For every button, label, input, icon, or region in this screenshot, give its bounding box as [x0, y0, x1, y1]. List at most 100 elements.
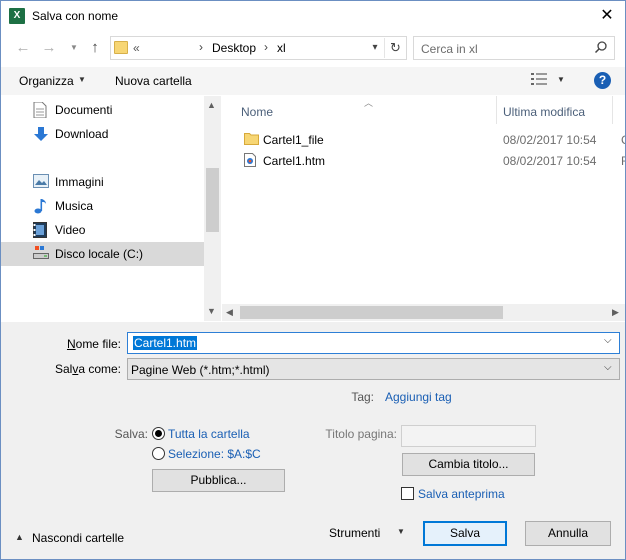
file-modified: 08/02/2017 10:54	[503, 133, 597, 147]
music-icon	[33, 198, 49, 214]
forward-button[interactable]: →	[40, 39, 58, 57]
sidebar-item-label: Disco locale (C:)	[55, 247, 144, 261]
radio-selection[interactable]	[152, 447, 165, 460]
address-dropdown-button[interactable]: ▾	[367, 39, 383, 57]
sidebar-item-video[interactable]: Video	[1, 218, 204, 242]
file-row[interactable]: Cartel1.htm 08/02/2017 10:54 F	[240, 150, 625, 171]
column-header-modified[interactable]: Ultima modifica	[503, 105, 585, 119]
breadcrumb-desktop[interactable]: Desktop	[212, 41, 256, 55]
video-icon	[33, 222, 49, 238]
column-divider[interactable]	[612, 96, 613, 124]
radio-entire-workbook[interactable]	[152, 427, 165, 440]
pictures-icon	[33, 174, 49, 190]
scroll-thumb[interactable]	[240, 306, 503, 319]
file-name: Cartel1.htm	[263, 154, 326, 168]
save-button[interactable]: Salva	[423, 521, 507, 546]
download-icon	[33, 126, 49, 142]
close-icon: ✕	[600, 7, 614, 24]
organize-button[interactable]: Organizza	[19, 74, 74, 88]
save-scope-label: Salva:	[114, 427, 148, 441]
save-options-panel: Nome file: Cartel1.htm ⌵ Salva come: Pag…	[1, 322, 625, 559]
horizontal-scrollbar[interactable]: ◀ ▶	[222, 304, 625, 321]
search-icon[interactable]	[594, 40, 610, 56]
sidebar-item-documenti[interactable]: Documenti	[1, 98, 204, 122]
sidebar-item-immagini[interactable]: Immagini	[1, 170, 204, 194]
scroll-thumb[interactable]	[206, 168, 219, 232]
file-list: ︿ Nome Ultima modifica Cartel1_file 08/0…	[222, 96, 625, 321]
sidebar-item-label: Download	[55, 127, 109, 141]
web-file-icon	[244, 153, 259, 167]
view-options-icon[interactable]	[531, 73, 549, 89]
column-header-name[interactable]: Nome	[241, 105, 273, 119]
address-bar[interactable]: « › Desktop › xl ▾ ↻	[110, 36, 407, 60]
arrow-left-icon: ←	[15, 39, 31, 56]
nav-scrollbar[interactable]: ▲ ▼	[204, 96, 221, 321]
filename-input[interactable]: Cartel1.htm ⌵	[127, 332, 620, 354]
scroll-up-icon[interactable]: ▲	[207, 100, 216, 110]
save-preview-checkbox[interactable]	[401, 487, 414, 500]
new-folder-button[interactable]: Nuova cartella	[115, 74, 192, 88]
save-type-value: Pagine Web (*.htm;*.html)	[131, 363, 270, 377]
up-button[interactable]: ↑	[86, 39, 104, 57]
chevron-down-icon[interactable]: ⌵	[604, 335, 612, 346]
chevron-down-icon[interactable]: ▼	[557, 75, 565, 84]
breadcrumb-separator-icon[interactable]: ›	[199, 40, 203, 54]
cancel-button[interactable]: Annulla	[525, 521, 611, 546]
folder-icon	[244, 132, 259, 146]
sort-indicator-icon: ︿	[364, 98, 374, 108]
file-type-truncated: C	[621, 133, 625, 147]
save-type-select[interactable]: Pagine Web (*.htm;*.html) ⌵	[127, 358, 620, 380]
breadcrumb-xl[interactable]: xl	[277, 41, 286, 55]
folder-icon	[114, 41, 128, 54]
tools-button[interactable]: Strumenti ▼	[327, 521, 413, 545]
chevron-down-icon[interactable]: ⌵	[604, 362, 612, 373]
breadcrumb-overflow[interactable]: «	[133, 41, 140, 55]
refresh-button[interactable]: ↻	[384, 38, 406, 58]
save-preview-label[interactable]: Salva anteprima	[418, 487, 505, 501]
sidebar-item-label: Documenti	[55, 103, 113, 117]
arrow-up-icon: ↑	[91, 39, 99, 56]
sidebar-item-label: Musica	[55, 199, 94, 213]
back-button[interactable]: ←	[14, 39, 32, 57]
chevron-up-icon[interactable]: ▲	[15, 532, 24, 542]
close-button[interactable]: ✕	[595, 5, 619, 27]
column-divider[interactable]	[496, 96, 497, 124]
title-bar: X Salva con nome ✕	[1, 1, 625, 31]
search-box[interactable]: Cerca in xl	[413, 36, 615, 60]
change-title-button[interactable]: Cambia titolo...	[402, 453, 535, 476]
radio-entire-workbook-label[interactable]: Tutta la cartella	[168, 427, 250, 441]
save-as-dialog: X Salva con nome ✕ ← → ▼ ↑ « › Desktop ›…	[0, 0, 626, 560]
radio-selection-label[interactable]: Selezione: $A:$C	[168, 447, 261, 461]
sidebar-item-disco-locale[interactable]: Disco locale (C:)	[1, 242, 204, 266]
file-row[interactable]: Cartel1_file 08/02/2017 10:54 C	[240, 129, 625, 150]
file-modified: 08/02/2017 10:54	[503, 154, 597, 168]
arrow-right-icon: →	[41, 39, 57, 56]
documents-icon	[33, 101, 49, 119]
recent-locations-button[interactable]: ▼	[65, 39, 83, 57]
scroll-right-icon[interactable]: ▶	[612, 307, 619, 318]
breadcrumb-separator-icon[interactable]: ›	[264, 40, 268, 54]
file-name: Cartel1_file	[263, 133, 324, 147]
filename-label: Nome file:	[66, 337, 121, 351]
chevron-down-icon: ▼	[397, 527, 405, 536]
sidebar-item-musica[interactable]: Musica	[1, 194, 204, 218]
sidebar-item-download[interactable]: Download	[1, 122, 204, 146]
sidebar-item-label: Immagini	[55, 175, 104, 189]
filename-value[interactable]: Cartel1.htm	[133, 336, 198, 350]
help-icon[interactable]: ?	[594, 72, 611, 89]
page-title-input[interactable]	[401, 425, 536, 447]
scroll-left-icon[interactable]: ◀	[226, 307, 233, 318]
chevron-down-icon[interactable]: ▼	[78, 75, 86, 84]
scroll-down-icon[interactable]: ▼	[207, 306, 216, 316]
tools-label: Strumenti	[329, 526, 381, 540]
publish-button[interactable]: Pubblica...	[152, 469, 285, 492]
refresh-icon: ↻	[390, 40, 401, 55]
drive-icon	[33, 246, 49, 262]
window-title: Salva con nome	[32, 9, 119, 23]
hide-folders-button[interactable]: Nascondi cartelle	[32, 531, 124, 545]
search-input[interactable]: Cerca in xl	[421, 42, 478, 56]
tag-label: Tag:	[351, 390, 374, 404]
chevron-down-icon: ▼	[70, 43, 78, 52]
add-tag-link[interactable]: Aggiungi tag	[385, 390, 452, 404]
navigation-pane: Documenti Download Immagini Musica Video	[1, 96, 221, 321]
